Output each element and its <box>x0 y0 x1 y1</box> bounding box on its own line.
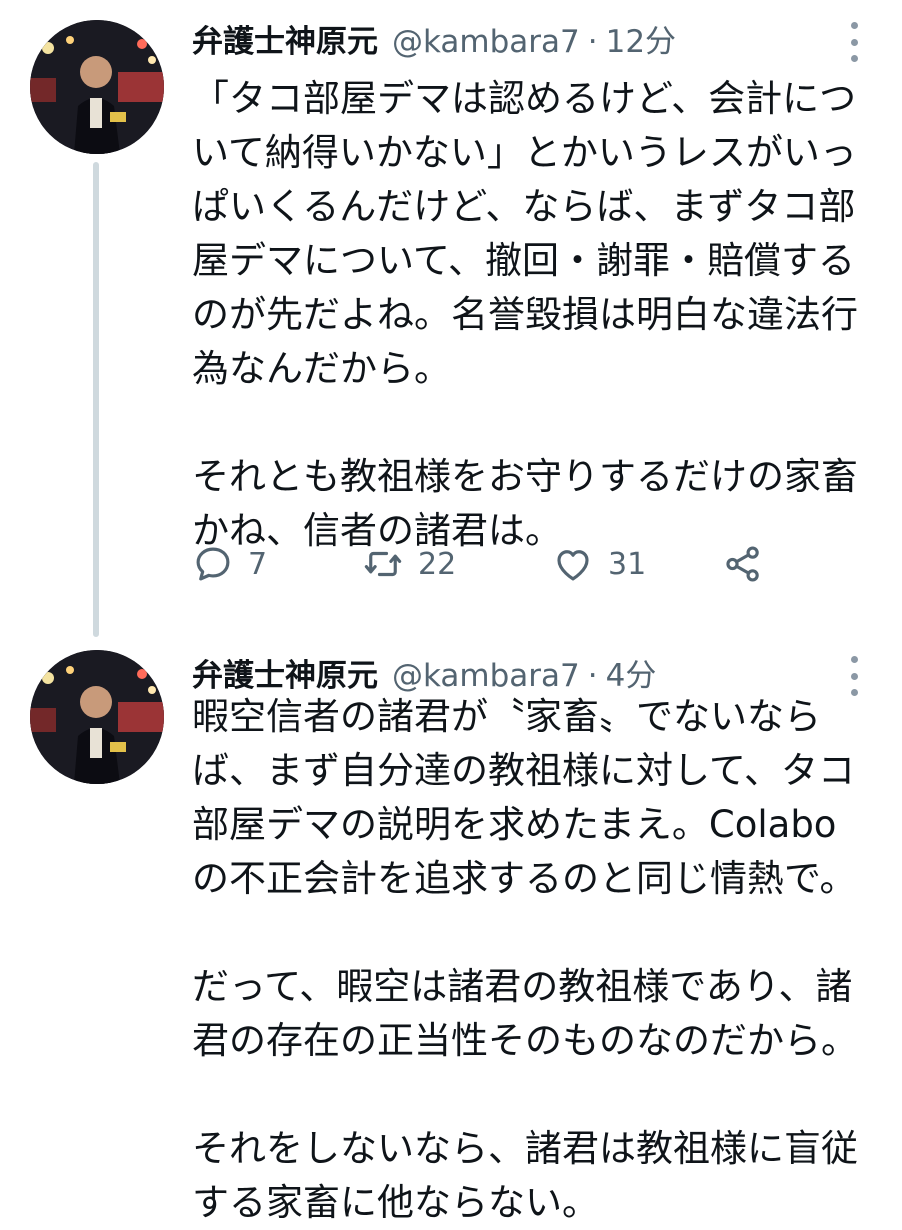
like-count: 31 <box>608 546 647 582</box>
thread-line <box>93 162 99 637</box>
reply-button[interactable]: 7 <box>192 538 267 590</box>
avatar[interactable] <box>30 650 164 784</box>
timestamp[interactable]: 12分 <box>606 18 676 66</box>
tweet[interactable]: 弁護士神原元 @kambara7 · 12分 「タコ部屋デマは認めるけど、会計に… <box>0 0 902 640</box>
tweet-text-line: のが先だよね。名誉毀損は明白な違法行 <box>192 293 858 336</box>
tweet-text-line: ば、まず自分達の教祖様に対して、タコ <box>192 749 856 792</box>
tweet-text-line: 為なんだから。 <box>192 347 451 390</box>
reply-count: 7 <box>248 546 268 582</box>
tweet[interactable]: 弁護士神原元 @kambara7 · 4分 暇空信者の諸君が〝家畜〟でないなら … <box>0 640 902 1224</box>
tweet-text-line: 暇空信者の諸君が〝家畜〟でないなら <box>192 695 821 738</box>
retweet-button[interactable]: 22 <box>362 538 456 590</box>
tweet-text-line: 君の存在の正当性そのものなのだから。 <box>192 1019 858 1062</box>
share-icon <box>726 546 759 582</box>
tweet-text-line: それとも教祖様をお守りするだけの家畜 <box>192 455 858 498</box>
tweet-text-line: それをしないなら、諸君は教祖様に盲従 <box>192 1127 858 1170</box>
tweet-text-line: ぱいくるんだけど、ならば、まずタコ部 <box>192 185 856 228</box>
tweet-text-line: だって、暇空は諸君の教祖様であり、諸 <box>192 965 853 1008</box>
retweet-count: 22 <box>418 546 457 582</box>
tweet-text: 「タコ部屋デマは認めるけど、会計につ いて納得いかない」とかいうレスがいっ ぱい… <box>192 72 882 558</box>
share-button[interactable] <box>722 538 764 590</box>
tweet-header: 弁護士神原元 @kambara7 · 12分 <box>192 18 676 66</box>
handle[interactable]: @kambara7 <box>392 18 580 66</box>
separator: · <box>587 24 598 60</box>
tweet-text-line: 部屋デマの説明を求めたまえ。Colabo <box>192 803 837 846</box>
tweet-actions: 7 22 31 <box>192 538 812 590</box>
like-icon <box>557 550 589 581</box>
reply-icon <box>196 547 230 581</box>
tweet-text-line: 「タコ部屋デマは認めるけど、会計につ <box>192 77 857 120</box>
tweet-text-line: する家畜に他ならない。 <box>192 1181 599 1224</box>
tweet-text-line: 屋デマについて、撤回・謝罪・賠償する <box>192 239 856 282</box>
tweet-text-line: いて納得いかない」とかいうレスがいっ <box>192 131 857 174</box>
more-options-icon[interactable] <box>848 22 860 62</box>
like-button[interactable]: 31 <box>552 538 646 590</box>
tweet-text-line: の不正会計を追求するのと同じ情熱で。 <box>192 857 857 900</box>
tweet-text: 暇空信者の諸君が〝家畜〟でないなら ば、まず自分達の教祖様に対して、タコ 部屋デ… <box>192 690 882 1230</box>
display-name[interactable]: 弁護士神原元 <box>192 18 378 66</box>
avatar[interactable] <box>30 20 164 154</box>
retweet-icon <box>364 551 402 577</box>
